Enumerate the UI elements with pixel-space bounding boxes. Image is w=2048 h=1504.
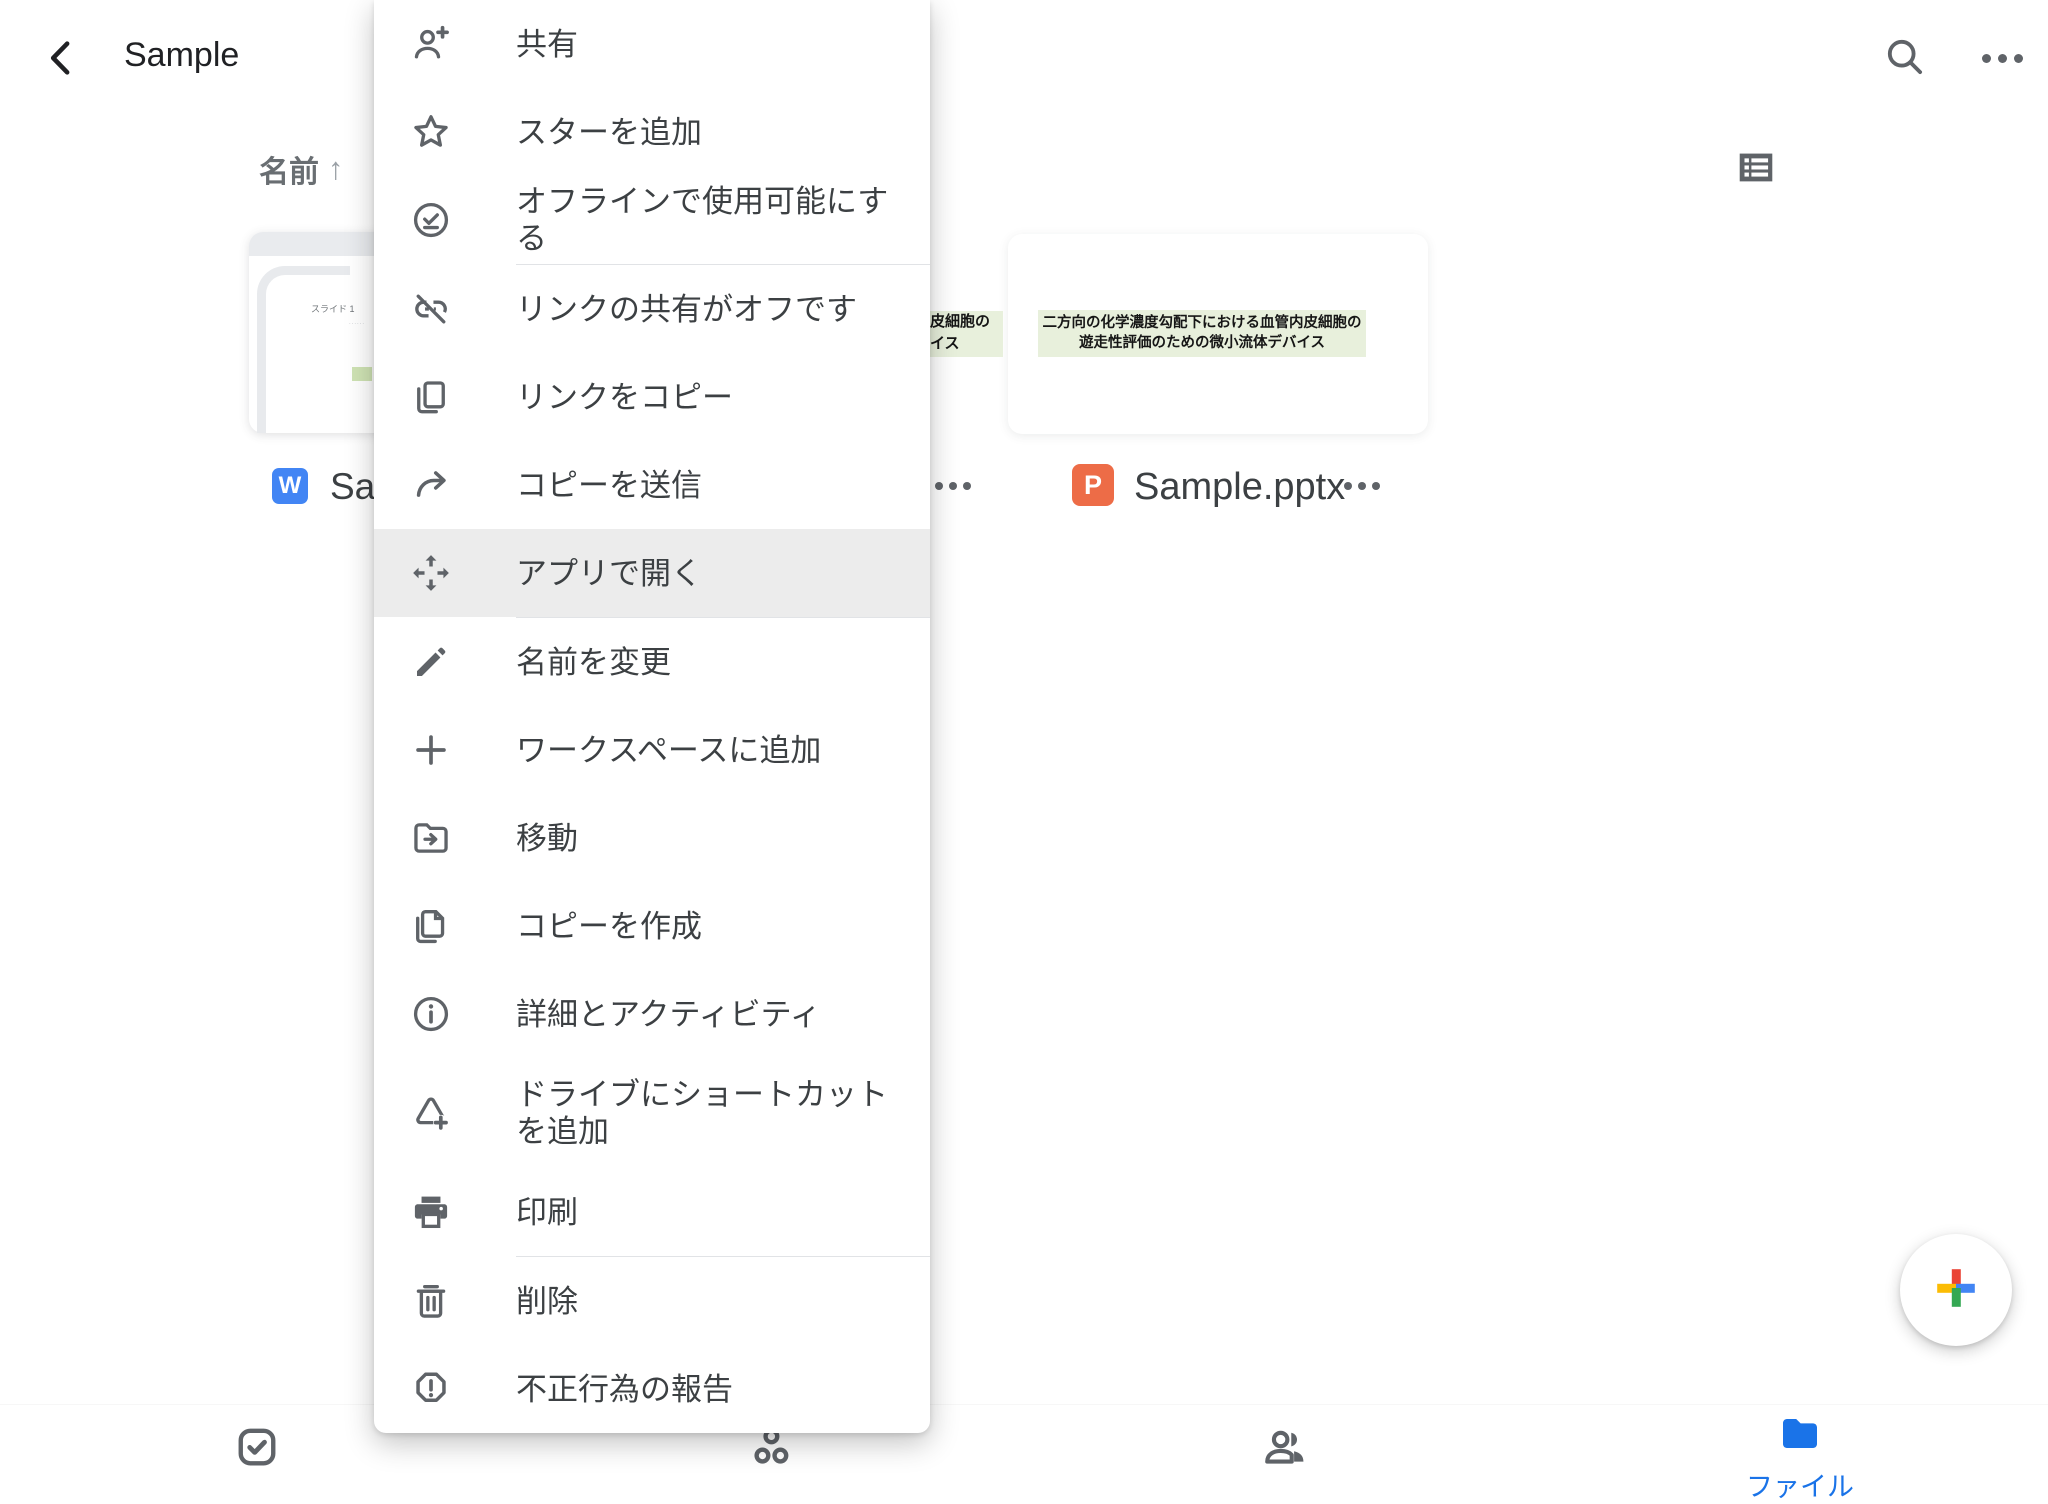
thumbnail-page-frame bbox=[257, 266, 350, 433]
word-file-badge: W bbox=[272, 468, 308, 504]
star-icon bbox=[410, 111, 452, 153]
menu-item-send-copy[interactable]: コピーを送信 bbox=[374, 441, 930, 529]
people-icon bbox=[1259, 1420, 1311, 1477]
page-title: Sample bbox=[124, 36, 239, 75]
google-plus-icon bbox=[1932, 1264, 1980, 1317]
add-shortcut-icon bbox=[410, 1092, 452, 1134]
menu-item-label: スターを追加 bbox=[516, 114, 702, 151]
menu-item-link-sharing-off[interactable]: リンクの共有がオフです bbox=[374, 265, 930, 353]
menu-item-add-star[interactable]: スターを追加 bbox=[374, 88, 930, 176]
add-icon bbox=[410, 729, 452, 771]
docx-file-name[interactable]: Sa bbox=[330, 466, 375, 508]
pptx-slide-title: 二方向の化学濃度勾配下における血管内皮細胞の 遊走性評価のための微小流体デバイス bbox=[1038, 310, 1366, 357]
checkbox-icon bbox=[232, 1422, 282, 1477]
nav-shared-tab[interactable] bbox=[1259, 1422, 1311, 1474]
menu-item-details-activity[interactable]: 詳細とアクティビティ bbox=[374, 970, 930, 1058]
menu-item-label: 不正行為の報告 bbox=[516, 1371, 733, 1408]
more-horizontal-icon bbox=[1982, 54, 2023, 63]
nav-selected-files-tab[interactable] bbox=[232, 1424, 282, 1474]
copy-icon bbox=[410, 376, 452, 418]
menu-item-label: リンクの共有がオフです bbox=[516, 291, 857, 328]
menu-item-label: リンクをコピー bbox=[516, 379, 733, 416]
menu-item-report-abuse[interactable]: 不正行為の報告 bbox=[374, 1345, 930, 1433]
pptx-slide-title-line1: 二方向の化学濃度勾配下における血管内皮細胞の bbox=[1038, 313, 1366, 333]
menu-item-label: コピーを作成 bbox=[516, 908, 702, 945]
folder-icon bbox=[1776, 1410, 1824, 1463]
sort-by-name-control[interactable]: 名前 ↑ bbox=[259, 147, 344, 191]
create-new-fab[interactable] bbox=[1900, 1234, 2012, 1346]
menu-item-available-offline[interactable]: オフラインで使用可能にする bbox=[374, 176, 930, 264]
info-icon bbox=[410, 993, 452, 1035]
menu-item-make-copy[interactable]: コピーを作成 bbox=[374, 882, 930, 970]
menu-item-label: ワークスペースに追加 bbox=[516, 732, 821, 769]
delete-icon bbox=[410, 1280, 452, 1322]
powerpoint-file-badge: P bbox=[1072, 464, 1114, 506]
menu-item-move[interactable]: 移動 bbox=[374, 794, 930, 882]
report-icon bbox=[410, 1368, 452, 1410]
file-context-menu: 共有 スターを追加 オフラインで使用可能にする リンクの共有がオフです リンクを… bbox=[374, 0, 930, 1433]
thumbnail-tiny-text: ...... bbox=[349, 320, 365, 326]
menu-item-label: 名前を変更 bbox=[516, 644, 671, 681]
sort-ascending-arrow-icon: ↑ bbox=[328, 151, 344, 187]
menu-item-label: 共有 bbox=[516, 26, 578, 63]
send-copy-icon bbox=[410, 464, 452, 506]
pptx-file-name[interactable]: Sample.pptx bbox=[1134, 466, 1345, 509]
menu-item-label: 詳細とアクティビティ bbox=[516, 996, 821, 1033]
thumbnail-caption: スライド 1 bbox=[311, 302, 355, 315]
back-arrow-icon bbox=[40, 36, 84, 85]
menu-item-share[interactable]: 共有 bbox=[374, 0, 930, 88]
offline-pin-icon bbox=[410, 199, 452, 241]
sort-label: 名前 bbox=[259, 147, 319, 191]
back-button[interactable] bbox=[36, 34, 88, 86]
menu-item-label: 移動 bbox=[516, 820, 578, 857]
menu-item-add-shortcut-to-drive[interactable]: ドライブにショートカットを追加 bbox=[374, 1058, 930, 1168]
menu-item-add-to-workspace[interactable]: ワークスペースに追加 bbox=[374, 706, 930, 794]
file-copy-icon bbox=[410, 905, 452, 947]
search-icon bbox=[1881, 33, 1927, 84]
search-button[interactable] bbox=[1878, 32, 1930, 84]
move-folder-icon bbox=[410, 817, 452, 859]
nav-files-tab-active[interactable]: ファイル bbox=[1742, 1410, 1858, 1494]
link-off-icon bbox=[410, 288, 452, 330]
menu-item-copy-link[interactable]: リンクをコピー bbox=[374, 353, 930, 441]
open-with-icon bbox=[410, 552, 452, 594]
menu-item-print[interactable]: 印刷 bbox=[374, 1168, 930, 1256]
pptx-slide-title-line2: 遊走性評価のための微小流体デバイス bbox=[1038, 333, 1366, 353]
edit-icon bbox=[410, 641, 452, 683]
menu-item-label: コピーを送信 bbox=[516, 467, 702, 504]
thumbnail-green-bar bbox=[352, 367, 372, 381]
print-icon bbox=[410, 1191, 452, 1233]
hidden-file-more-button[interactable] bbox=[935, 482, 971, 490]
menu-item-delete[interactable]: 削除 bbox=[374, 1257, 930, 1345]
list-view-toggle-button[interactable] bbox=[1729, 142, 1783, 196]
overflow-menu-button[interactable] bbox=[1974, 32, 2030, 84]
nav-files-label: ファイル bbox=[1746, 1465, 1854, 1504]
menu-item-label: ドライブにショートカットを追加 bbox=[516, 1076, 916, 1150]
menu-item-label: 削除 bbox=[516, 1283, 578, 1320]
pptx-more-button[interactable] bbox=[1344, 482, 1380, 490]
menu-item-label: 印刷 bbox=[516, 1194, 578, 1231]
menu-item-label: アプリで開く bbox=[516, 555, 702, 592]
menu-item-open-with-app[interactable]: アプリで開く bbox=[374, 529, 930, 617]
list-view-icon bbox=[1733, 144, 1779, 195]
menu-item-label: オフラインで使用可能にする bbox=[516, 183, 916, 257]
menu-item-rename[interactable]: 名前を変更 bbox=[374, 618, 930, 706]
person-add-icon bbox=[410, 23, 452, 65]
bottom-navigation-bar bbox=[0, 1404, 2048, 1498]
